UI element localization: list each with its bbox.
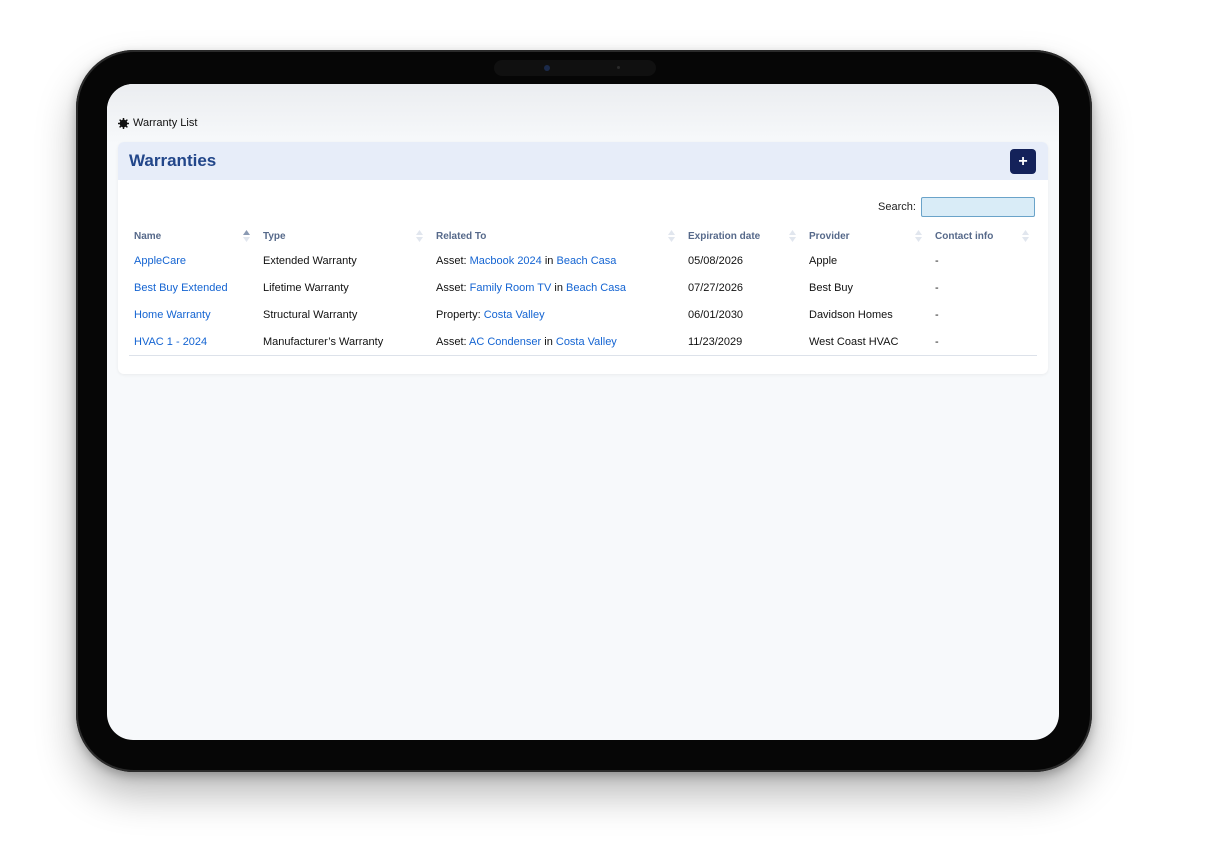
warranty-name-link[interactable]: AppleCare [134,255,186,267]
breadcrumb: Warranty List [118,117,197,129]
table-row: HVAC 1 - 2024 Manufacturer’s Warranty As… [129,328,1037,356]
warranty-table: Name Type Related To Expiration date Pro… [129,225,1037,356]
camera-bar [494,60,656,76]
sort-icon [915,230,922,242]
related-location-link[interactable]: Costa Valley [556,336,617,348]
add-warranty-button[interactable]: + [1010,149,1036,174]
warranty-name-link[interactable]: HVAC 1 - 2024 [134,336,207,348]
sort-icon [1022,230,1029,242]
search-box: Search: [878,197,1035,217]
table-row: AppleCare Extended Warranty Asset: Macbo… [129,247,1037,274]
warranty-type: Lifetime Warranty [263,281,349,294]
related-item-link[interactable]: Family Room TV [470,282,552,294]
column-header-name[interactable]: Name [129,225,258,247]
table-header-row: Name Type Related To Expiration date Pro… [129,225,1037,247]
contact-info: - [930,328,1037,356]
related-to-cell: Asset: AC Condenser in Costa Valley [431,328,683,356]
gear-icon [118,117,129,129]
related-to-cell: Asset: Macbook 2024 in Beach Casa [436,254,617,267]
related-to-cell: Asset: Family Room TV in Beach Casa [436,281,626,294]
related-item-link[interactable]: AC Condenser [469,336,541,348]
warranties-card: Warranties + Search: Name Type Related T… [118,142,1048,374]
warranty-type: Structural Warranty [263,308,358,321]
sort-asc-icon [243,230,250,242]
warranty-name-link[interactable]: Home Warranty [134,309,211,321]
related-location-link[interactable]: Beach Casa [566,282,626,294]
expiration-date: 11/23/2029 [683,328,804,356]
breadcrumb-label[interactable]: Warranty List [133,117,197,129]
search-label: Search: [878,201,916,213]
related-to-cell: Property: Costa Valley [436,308,545,321]
related-item-link[interactable]: Macbook 2024 [470,255,542,267]
provider: Davidson Homes [809,308,893,321]
camera-icon [544,65,550,71]
expiration-date: 07/27/2026 [688,281,744,294]
card-header: Warranties + [118,142,1048,180]
contact-info: - [935,254,939,267]
warranty-name-link[interactable]: Best Buy Extended [134,282,228,294]
expiration-date: 06/01/2030 [688,308,744,321]
related-item-link[interactable]: Costa Valley [484,309,545,321]
table-row: Home Warranty Structural Warranty Proper… [129,301,1037,328]
page-title: Warranties [129,151,217,170]
provider: Apple [809,254,838,267]
column-header-expiration[interactable]: Expiration date [683,225,804,247]
search-input[interactable] [920,197,1035,217]
column-header-contact[interactable]: Contact info [930,225,1037,247]
provider: West Coast HVAC [804,328,930,356]
contact-info: - [935,308,939,321]
column-header-provider[interactable]: Provider [804,225,930,247]
column-header-related-to[interactable]: Related To [431,225,683,247]
sort-icon [789,230,796,242]
contact-info: - [935,281,939,294]
sort-icon [416,230,423,242]
warranty-type: Extended Warranty [263,254,357,267]
warranty-type: Manufacturer’s Warranty [258,328,431,356]
column-header-type[interactable]: Type [258,225,431,247]
table-row: Best Buy Extended Lifetime Warranty Asse… [129,274,1037,301]
provider: Best Buy [809,281,854,294]
sensor-icon [617,66,620,69]
screen: Warranty List Warranties + Search: Name [107,84,1059,740]
expiration-date: 05/08/2026 [688,254,744,267]
sort-icon [668,230,675,242]
related-location-link[interactable]: Beach Casa [556,255,616,267]
